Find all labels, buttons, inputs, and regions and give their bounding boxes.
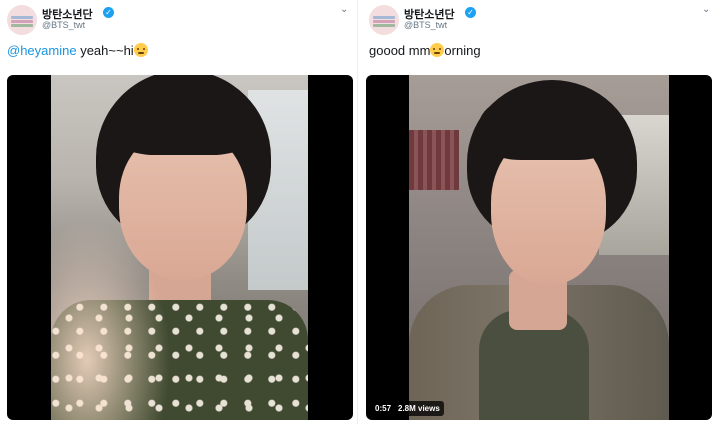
tweet-text: @heyamine yeah~~hi bbox=[7, 43, 148, 58]
verified-badge-icon: ✓ bbox=[103, 7, 114, 18]
woozy-face-icon bbox=[430, 43, 445, 57]
avatar-stripe bbox=[373, 24, 395, 27]
avatar[interactable] bbox=[369, 5, 399, 35]
person-fringe bbox=[111, 80, 256, 155]
tweet-text: goood mm orning bbox=[369, 43, 481, 58]
avatar-stripe bbox=[373, 16, 395, 19]
video-frame bbox=[409, 75, 669, 420]
avatar[interactable] bbox=[7, 5, 37, 35]
thinking-face-icon bbox=[133, 43, 148, 57]
tweet-divider bbox=[357, 0, 358, 424]
avatar-stripe bbox=[11, 24, 33, 27]
account-handle[interactable]: @BTS_twt bbox=[42, 20, 85, 30]
verified-badge-icon: ✓ bbox=[465, 7, 476, 18]
video-player[interactable]: 0:57 2.8M views bbox=[366, 75, 712, 420]
tweet-text-part-2: orning bbox=[444, 43, 481, 58]
tweet-text-part-1: goood mm bbox=[369, 43, 431, 58]
avatar-stripe bbox=[373, 20, 395, 23]
video-duration-badge: 0:57 bbox=[371, 401, 396, 416]
video-frame bbox=[51, 75, 308, 420]
account-handle[interactable]: @BTS_twt bbox=[404, 20, 447, 30]
tweet-1: 방탄소년단 ✓ @BTS_twt ⌄ @heyamine yeah~~hi bbox=[0, 0, 354, 424]
video-views-badge: 2.8M views bbox=[394, 401, 444, 416]
tweet-text-body: yeah~~hi bbox=[76, 43, 134, 58]
video-curtain bbox=[409, 130, 459, 190]
mention-link[interactable]: @heyamine bbox=[7, 43, 77, 58]
tweet-2: 방탄소년단 ✓ @BTS_twt ⌄ goood mm orning 0:57 2… bbox=[362, 0, 716, 424]
chevron-down-icon[interactable]: ⌄ bbox=[340, 4, 348, 15]
light-flare bbox=[51, 220, 171, 420]
person-fringe bbox=[479, 90, 619, 160]
avatar-stripe bbox=[11, 20, 33, 23]
video-player[interactable] bbox=[7, 75, 353, 420]
avatar-stripe bbox=[11, 16, 33, 19]
chevron-down-icon[interactable]: ⌄ bbox=[702, 4, 710, 15]
